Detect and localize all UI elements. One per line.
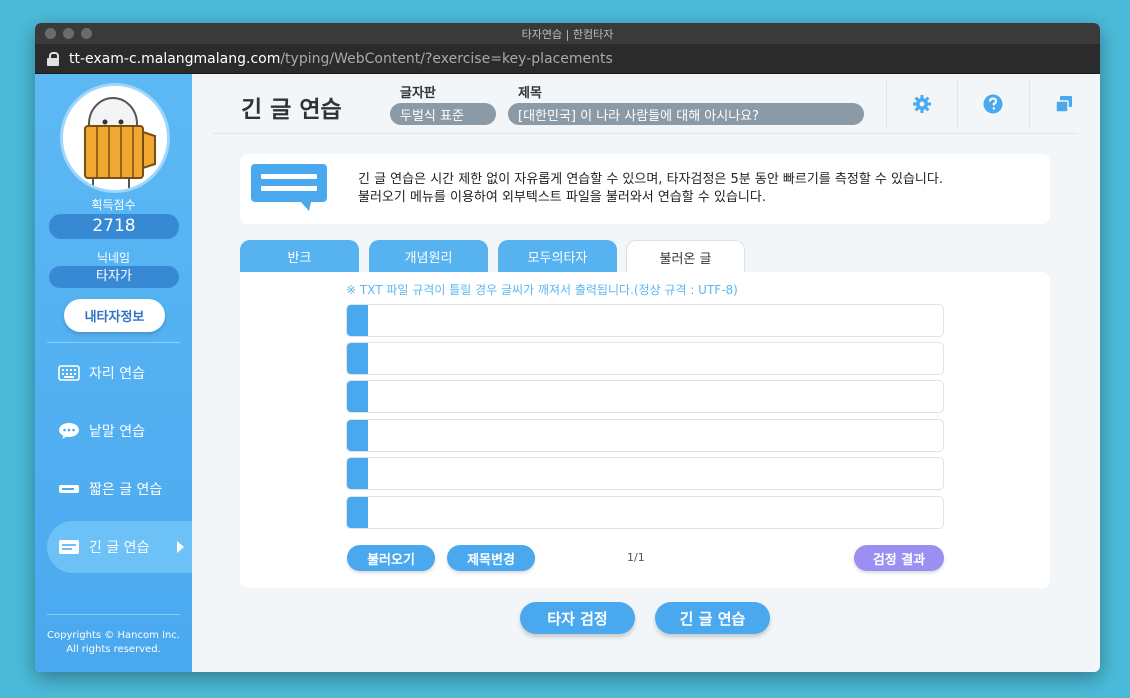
info-text: 긴 글 연습은 시간 제한 없이 자유롭게 연습할 수 있으며, 타자검정은 5… <box>358 171 943 207</box>
sidebar-item-short-text[interactable]: 짧은 글 연습 <box>47 463 192 515</box>
help-icon[interactable] <box>983 94 1003 114</box>
line-marker <box>347 305 368 336</box>
text-line[interactable] <box>346 457 944 490</box>
maximize-window-button[interactable] <box>81 28 92 39</box>
window-icon[interactable] <box>1054 94 1074 114</box>
sidebar-item-word-practice[interactable]: 낱말 연습 <box>47 405 192 457</box>
window-controls <box>45 28 92 39</box>
copyright: Copyrights © Hancom Inc. All rights rese… <box>35 629 192 657</box>
subject-label: 제목 <box>518 86 542 101</box>
sidebar: 획득점수 2718 닉네임 타자가 내타자정보 자리 연습 낱말 연습 짧은 글… <box>35 74 192 672</box>
encoding-notice: ※ TXT 파일 규격이 틀릴 경우 글씨가 깨져서 출력됩니다.(정상 규격 … <box>346 283 738 297</box>
subject-select[interactable]: [대한민국] 이 나라 사람들에 대해 아시나요? <box>508 103 864 125</box>
test-result-button[interactable]: 검정 결과 <box>854 545 944 571</box>
tab-vank[interactable]: 반크 <box>240 240 359 273</box>
typing-test-button[interactable]: 타자 검정 <box>520 602 635 634</box>
header-divider <box>1029 80 1030 128</box>
loaded-text-panel: ※ TXT 파일 규격이 틀릴 경우 글씨가 깨져서 출력됩니다.(정상 규격 … <box>240 272 1050 588</box>
nickname-label: 닉네임 <box>96 251 131 265</box>
copyright-line: Copyrights © Hancom Inc. <box>47 630 180 641</box>
copyright-line: All rights reserved. <box>66 644 161 655</box>
keyboard-layout-select[interactable]: 두벌식 표준 <box>390 103 496 125</box>
sidebar-divider <box>47 342 180 343</box>
line-marker <box>347 497 368 528</box>
speech-bubble-icon <box>57 422 81 440</box>
score-label: 획득점수 <box>91 198 136 212</box>
chevron-right-icon <box>177 541 184 553</box>
typing-app: 획득점수 2718 닉네임 타자가 내타자정보 자리 연습 낱말 연습 짧은 글… <box>35 74 1100 672</box>
info-line: 불러오기 메뉴를 이용하여 외부텍스트 파일을 불러와서 연습할 수 있습니다. <box>358 190 766 205</box>
long-text-practice-button[interactable]: 긴 글 연습 <box>655 602 770 634</box>
short-line-icon <box>57 480 81 498</box>
close-window-button[interactable] <box>45 28 56 39</box>
url-host: tt-exam-c.malangmalang.com <box>69 50 281 67</box>
keyboard-icon <box>57 364 81 382</box>
lock-icon <box>47 51 59 66</box>
avatar <box>60 83 170 193</box>
url-path: /typing/WebContent/?exercise=key-placeme… <box>280 50 613 67</box>
title-bar: 타자연습 | 한컴타자 <box>35 23 1100 44</box>
text-line[interactable] <box>346 496 944 529</box>
page-title: 긴 글 연습 <box>241 97 342 123</box>
line-marker <box>347 420 368 451</box>
info-line: 긴 글 연습은 시간 제한 없이 자유롭게 연습할 수 있으며, 타자검정은 5… <box>358 172 943 187</box>
sidebar-item-label: 짧은 글 연습 <box>89 482 163 498</box>
load-button[interactable]: 불러오기 <box>347 545 435 571</box>
rename-button[interactable]: 제목변경 <box>447 545 535 571</box>
window-title: 타자연습 | 한컴타자 <box>521 27 614 41</box>
sidebar-item-label: 긴 글 연습 <box>89 540 150 556</box>
text-line[interactable] <box>346 419 944 452</box>
line-marker <box>347 381 368 412</box>
message-icon <box>251 164 327 211</box>
text-line[interactable] <box>346 380 944 413</box>
info-box: 긴 글 연습은 시간 제한 없이 자유롭게 연습할 수 있으며, 타자검정은 5… <box>240 154 1050 224</box>
tab-concept[interactable]: 개념원리 <box>369 240 488 273</box>
line-marker <box>347 343 368 374</box>
gear-icon[interactable] <box>912 94 932 114</box>
text-line[interactable] <box>346 304 944 337</box>
sidebar-item-long-text[interactable]: 긴 글 연습 <box>47 521 192 573</box>
browser-window: 타자연습 | 한컴타자 tt-exam-c.malangmalang.com/t… <box>35 23 1100 672</box>
sidebar-divider <box>47 614 180 615</box>
text-line[interactable] <box>346 342 944 375</box>
page-indicator: 1/1 <box>627 551 645 564</box>
line-marker <box>347 458 368 489</box>
minimize-window-button[interactable] <box>63 28 74 39</box>
keyboard-layout-label: 글자판 <box>400 86 436 101</box>
sidebar-item-label: 낱말 연습 <box>89 424 145 440</box>
tab-everyone[interactable]: 모두의타자 <box>498 240 617 273</box>
header-divider <box>886 80 887 128</box>
tab-loaded-text[interactable]: 불러온 글 <box>626 240 745 273</box>
sidebar-item-label: 자리 연습 <box>89 366 145 382</box>
header-divider <box>957 80 958 128</box>
long-text-icon <box>57 538 81 556</box>
nickname-value: 타자가 <box>49 266 179 288</box>
score-value: 2718 <box>49 214 179 239</box>
header: 긴 글 연습 글자판 두벌식 표준 제목 [대한민국] 이 나라 사람들에 대해… <box>213 74 1078 134</box>
sidebar-item-key-practice[interactable]: 자리 연습 <box>47 347 192 399</box>
my-info-button[interactable]: 내타자정보 <box>64 299 165 332</box>
address-bar[interactable]: tt-exam-c.malangmalang.com/typing/WebCon… <box>35 44 1100 74</box>
mascot-icon <box>63 86 167 190</box>
